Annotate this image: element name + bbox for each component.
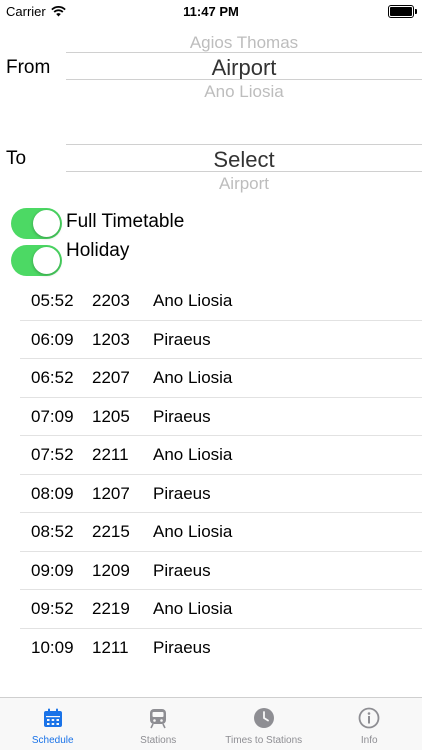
status-time: 11:47 PM	[183, 4, 239, 19]
train-number: 2219	[92, 599, 130, 618]
timetable-row[interactable]: 06:09 1203 Piraeus	[20, 321, 422, 359]
timetable-list[interactable]: 05:52 2203 Ano Liosia 06:09 1203 Piraeus…	[20, 282, 422, 666]
departure-time: 10:09	[31, 637, 74, 657]
holiday-toggle[interactable]	[11, 245, 62, 276]
picker-divider	[66, 79, 422, 80]
toggle-knob	[33, 247, 60, 274]
destination: Ano Liosia	[153, 445, 233, 464]
tab-stations[interactable]: Stations	[106, 698, 212, 750]
timetable-row[interactable]: 06:52 2207 Ano Liosia	[20, 359, 422, 398]
departure-time: 07:09	[31, 406, 74, 426]
departure-time: 06:09	[31, 329, 74, 349]
train-number: 2203	[92, 291, 130, 310]
status-bar: Carrier 11:47 PM	[0, 0, 422, 22]
picker-divider	[66, 52, 422, 53]
from-label: From	[6, 57, 51, 78]
timetable-row[interactable]: 08:09 1207 Piraeus	[20, 475, 422, 513]
picker-divider	[66, 171, 422, 172]
from-picker-selected[interactable]: Airport	[66, 55, 422, 81]
train-number: 1203	[92, 329, 130, 349]
destination: Ano Liosia	[153, 522, 233, 541]
departure-time: 06:52	[31, 368, 74, 387]
tab-times-to-stations[interactable]: Times to Stations	[211, 698, 317, 750]
from-station-picker[interactable]: Agios Thomas Airport Ano Liosia	[66, 28, 422, 102]
departure-time: 09:09	[31, 560, 74, 580]
timetable-row[interactable]: 07:52 2211 Ano Liosia	[20, 436, 422, 475]
to-label: To	[6, 148, 27, 169]
tab-info[interactable]: Info	[317, 698, 422, 750]
destination: Piraeus	[153, 406, 211, 426]
train-number: 1211	[92, 637, 129, 657]
full-timetable-label: Full Timetable	[66, 211, 185, 232]
timetable-row[interactable]: 10:09 1211 Piraeus	[20, 629, 422, 667]
train-number: 1209	[92, 560, 130, 580]
destination: Piraeus	[153, 329, 211, 349]
destination: Piraeus	[153, 483, 211, 503]
tab-schedule[interactable]: Schedule	[0, 698, 106, 750]
departure-time: 09:52	[31, 599, 74, 618]
clock-icon	[253, 708, 274, 728]
from-picker-option-above[interactable]: Agios Thomas	[66, 33, 422, 53]
holiday-label: Holiday	[66, 240, 130, 261]
train-number: 2215	[92, 522, 130, 541]
to-picker-option-below[interactable]: Airport	[66, 174, 422, 194]
tab-bar: Schedule Stations Times to Stations Info	[0, 697, 422, 750]
timetable-row[interactable]: 08:52 2215 Ano Liosia	[20, 513, 422, 552]
train-number: 2207	[92, 368, 130, 387]
tab-label: Times to Stations	[225, 735, 303, 746]
timetable-row[interactable]: 07:09 1205 Piraeus	[20, 398, 422, 436]
tab-label: Schedule	[31, 735, 74, 746]
full-timetable-toggle[interactable]	[11, 208, 62, 239]
departure-time: 08:09	[31, 483, 74, 503]
train-icon	[150, 709, 167, 729]
destination: Ano Liosia	[153, 368, 233, 387]
destination: Ano Liosia	[153, 291, 233, 310]
info-icon	[358, 707, 380, 729]
tab-label: Stations	[140, 735, 177, 746]
timetable-row[interactable]: 09:52 2219 Ano Liosia	[20, 590, 422, 629]
tab-label: Info	[360, 735, 378, 746]
destination: Piraeus	[153, 560, 211, 580]
train-number: 2211	[92, 445, 129, 464]
picker-divider	[66, 144, 422, 145]
departure-time: 07:52	[31, 445, 74, 464]
battery-icon	[388, 5, 417, 18]
train-number: 1207	[92, 483, 130, 503]
departure-time: 05:52	[31, 291, 74, 310]
destination: Piraeus	[153, 637, 211, 657]
to-picker-selected[interactable]: Select	[66, 147, 422, 173]
timetable-row[interactable]: 09:09 1209 Piraeus	[20, 552, 422, 590]
to-station-picker[interactable]: Select Airport	[66, 140, 422, 195]
toggle-knob	[33, 210, 60, 237]
train-number: 1205	[92, 406, 130, 426]
departure-time: 08:52	[31, 522, 74, 541]
timetable-row[interactable]: 05:52 2203 Ano Liosia	[20, 282, 422, 321]
from-picker-option-below[interactable]: Ano Liosia	[66, 82, 422, 102]
calendar-icon	[43, 708, 62, 727]
destination: Ano Liosia	[153, 599, 233, 618]
